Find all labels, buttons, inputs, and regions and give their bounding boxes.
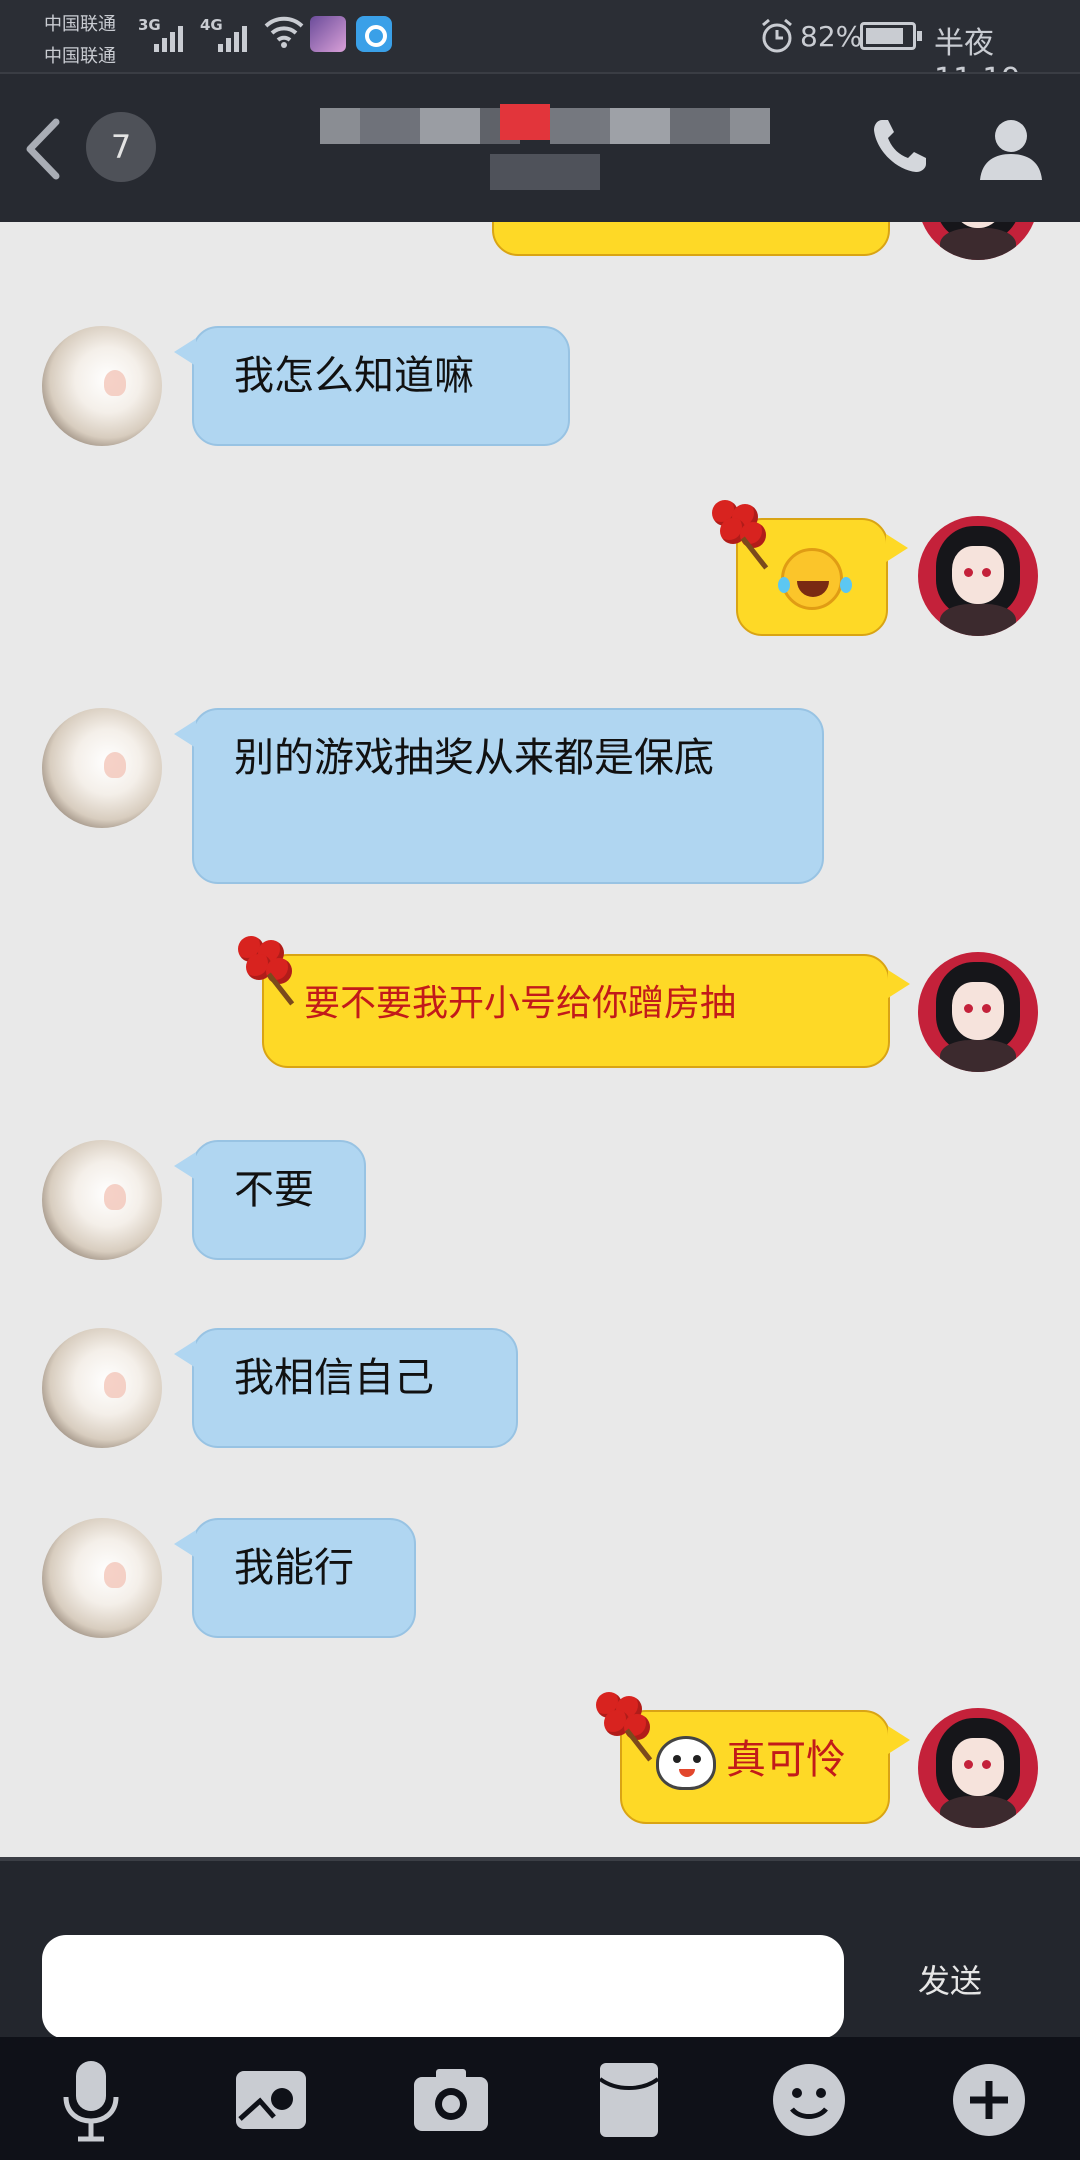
- message-bubble-right[interactable]: 要不要我开小号给你蹭房抽: [262, 954, 910, 1068]
- message-text: 别的游戏抽奖从来都是保底: [234, 735, 714, 781]
- alarm-icon: [762, 18, 792, 53]
- chat-title-bar: 7: [0, 72, 1080, 222]
- emoji-icon[interactable]: [766, 2057, 852, 2143]
- contact-avatar[interactable]: [42, 708, 162, 828]
- app-icon: [310, 16, 346, 52]
- send-button[interactable]: 发送: [880, 1941, 1020, 2021]
- message-text: 要不要我开小号给你蹭房抽: [304, 983, 737, 1024]
- message-bubble-left[interactable]: 不要: [174, 1140, 366, 1260]
- carrier-label-2: 中国联通: [44, 46, 116, 67]
- message-bubble-left[interactable]: 我相信自己: [174, 1328, 518, 1448]
- contact-avatar[interactable]: [42, 1518, 162, 1638]
- camera-icon[interactable]: [408, 2057, 494, 2143]
- back-button[interactable]: [16, 114, 76, 184]
- message-text: 我能行: [234, 1545, 354, 1591]
- message-bubble-left[interactable]: 我能行: [174, 1518, 416, 1638]
- message-bubble-left[interactable]: 别的游戏抽奖从来都是保底: [174, 708, 824, 884]
- my-avatar[interactable]: [918, 222, 1038, 260]
- signal-icon: [154, 18, 190, 52]
- message-input-bar: 发送: [0, 1857, 1080, 2039]
- phone-call-button[interactable]: [868, 114, 932, 178]
- my-avatar[interactable]: [918, 1708, 1038, 1828]
- message-text: 真可怜: [726, 1737, 846, 1783]
- bottom-toolbar: [0, 2037, 1080, 2160]
- message-bubble-left[interactable]: 我怎么知道嘛: [174, 326, 570, 446]
- contact-avatar[interactable]: [42, 326, 162, 446]
- candy-sticker-icon: [712, 500, 782, 570]
- plus-icon[interactable]: [946, 2057, 1032, 2143]
- laughing-tears-emoji-icon: [778, 548, 843, 610]
- contact-avatar[interactable]: [42, 1140, 162, 1260]
- red-packet-icon[interactable]: [586, 2057, 672, 2143]
- message-text: 我怎么知道嘛: [234, 353, 474, 399]
- contact-avatar[interactable]: [42, 1328, 162, 1448]
- candy-sticker-icon: [238, 936, 308, 1006]
- browser-icon: [356, 16, 392, 52]
- wifi-icon: [264, 16, 304, 48]
- battery-icon: [860, 22, 922, 50]
- signal-icon: [218, 18, 254, 52]
- photo-icon[interactable]: [228, 2057, 314, 2143]
- unread-count-badge[interactable]: 7: [86, 112, 156, 182]
- message-input[interactable]: [42, 1935, 844, 2039]
- battery-percent: 82%: [800, 20, 863, 53]
- microphone-icon[interactable]: [48, 2057, 134, 2143]
- profile-button[interactable]: [976, 114, 1046, 184]
- message-text: 我相信自己: [234, 1355, 434, 1401]
- contact-name-pixelated: [320, 104, 780, 200]
- message-text: 不要: [234, 1167, 314, 1213]
- carrier-label-1: 中国联通: [44, 14, 116, 35]
- message-bubble-right[interactable]: [492, 222, 890, 256]
- my-avatar[interactable]: [918, 516, 1038, 636]
- candy-sticker-icon: [596, 1692, 666, 1762]
- my-avatar[interactable]: [918, 952, 1038, 1072]
- status-bar: 中国联通 中国联通 3G 4G 82% 半夜11:19: [0, 0, 1080, 97]
- chat-message-list[interactable]: 我怎么知道嘛 别的游戏抽奖从来都是保底 要不要我开小号给你蹭房抽 不要 我相信自…: [0, 222, 1080, 1857]
